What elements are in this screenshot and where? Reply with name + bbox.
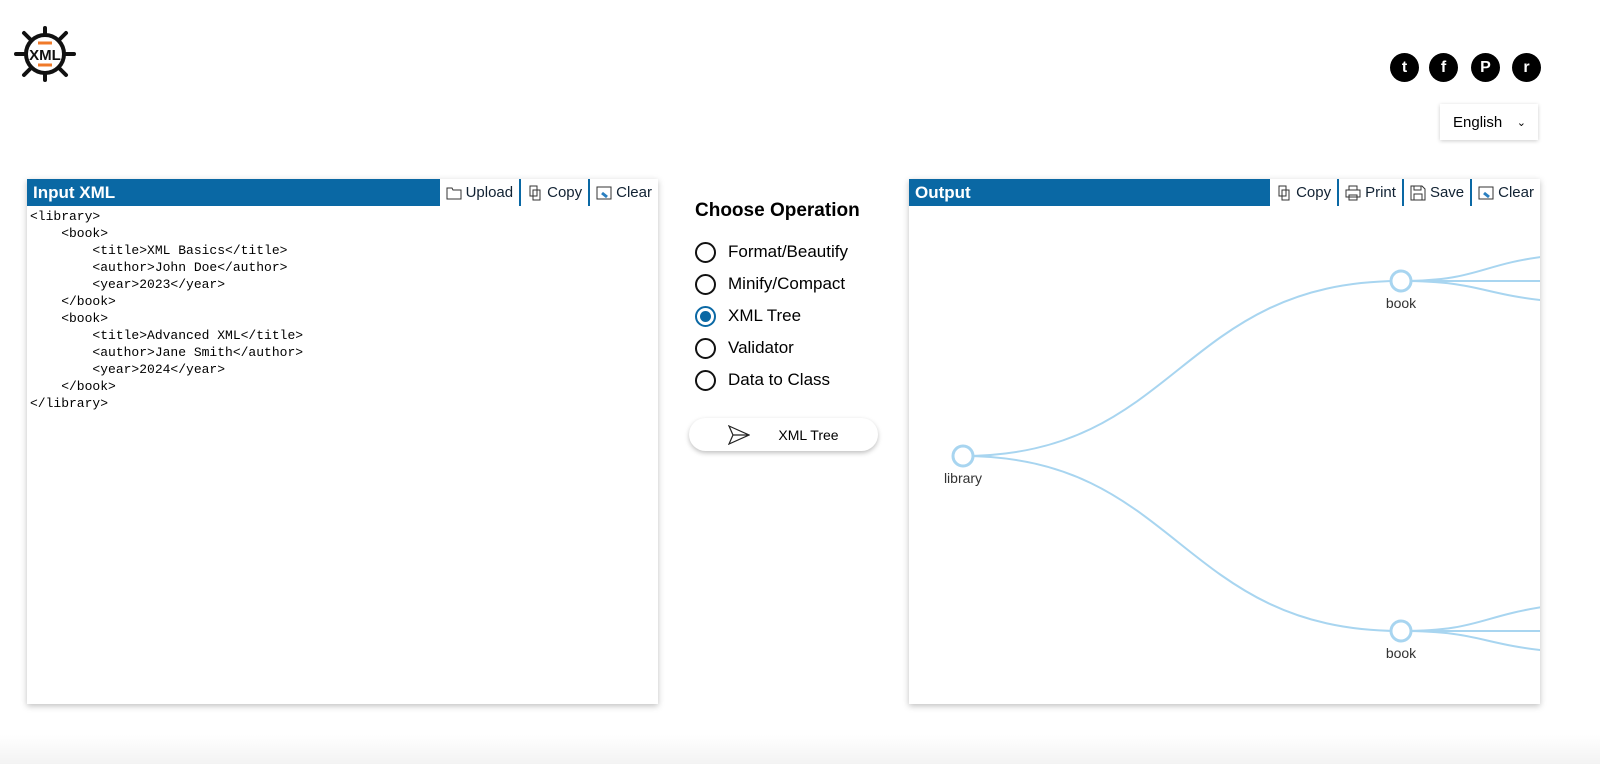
input-title: Input XML (27, 179, 438, 206)
reddit-icon[interactable]: r (1512, 53, 1541, 82)
svg-text:XML: XML (29, 47, 61, 64)
logo[interactable]: XML (12, 24, 78, 84)
output-title: Output (909, 179, 1269, 206)
tree-node-label: book (1386, 645, 1417, 661)
language-value: English (1453, 113, 1503, 131)
language-select[interactable]: English ⌄ (1440, 104, 1538, 140)
chevron-down-icon: ⌄ (1516, 116, 1526, 129)
radio-button[interactable] (695, 337, 716, 359)
radio-button[interactable] (695, 305, 716, 327)
tree-link (1400, 630, 1540, 651)
copy-input-button[interactable]: Copy (519, 179, 588, 206)
tree-node-library[interactable] (951, 444, 975, 468)
operation-option[interactable]: Format/Beautify (695, 236, 860, 268)
operation-option[interactable]: XML Tree (695, 300, 860, 332)
save-button[interactable]: Save (1401, 179, 1470, 206)
clear-icon (1478, 186, 1494, 199)
print-button[interactable]: Print (1337, 179, 1402, 206)
tree-node-label: library (944, 470, 982, 486)
operation-option[interactable]: Validator (695, 332, 860, 364)
run-operation-button[interactable]: XML Tree (689, 418, 878, 451)
radio-button[interactable] (695, 241, 716, 263)
tree-link (962, 455, 1402, 632)
upload-button[interactable]: Upload (437, 179, 520, 206)
xml-input-editor[interactable]: <library> <book> <title>XML Basics</titl… (27, 206, 658, 414)
tree-node-book[interactable] (1389, 619, 1413, 643)
printer-icon (1345, 185, 1361, 200)
tree-link (1400, 606, 1540, 632)
tree-link (962, 280, 1402, 457)
save-icon (1410, 185, 1426, 200)
operation-option[interactable]: Data to Class (695, 364, 860, 396)
copy-icon (1278, 185, 1290, 200)
copy-output-button[interactable]: Copy (1268, 179, 1337, 206)
output-panel: Output Copy Print Save Clear library boo… (909, 179, 1540, 704)
clear-icon (596, 186, 612, 199)
clear-input-button[interactable]: Clear (588, 179, 658, 206)
clear-output-button[interactable]: Clear (1470, 179, 1540, 206)
facebook-icon[interactable]: f (1429, 53, 1458, 82)
send-icon (728, 424, 751, 445)
pinterest-icon[interactable]: P (1471, 53, 1500, 82)
twitter-icon[interactable]: t (1390, 53, 1419, 82)
tree-node-book[interactable] (1389, 269, 1413, 293)
tree-link (1400, 256, 1540, 282)
copy-icon (529, 185, 541, 200)
operations-title: Choose Operation (695, 200, 860, 221)
footer-shadow (0, 735, 1600, 764)
operation-option[interactable]: Minify/Compact (695, 268, 860, 300)
radio-button[interactable] (695, 273, 716, 295)
tree-link (1400, 280, 1540, 301)
folder-icon (446, 187, 462, 199)
tree-node-label: book (1386, 295, 1417, 311)
input-panel: Input XML Upload Copy Clear <library> <b… (27, 179, 658, 704)
xml-tree-view[interactable]: library book book (909, 206, 1540, 704)
radio-button[interactable] (695, 369, 716, 391)
operation-chooser: Choose Operation Format/Beautify Minify/C… (695, 200, 860, 396)
